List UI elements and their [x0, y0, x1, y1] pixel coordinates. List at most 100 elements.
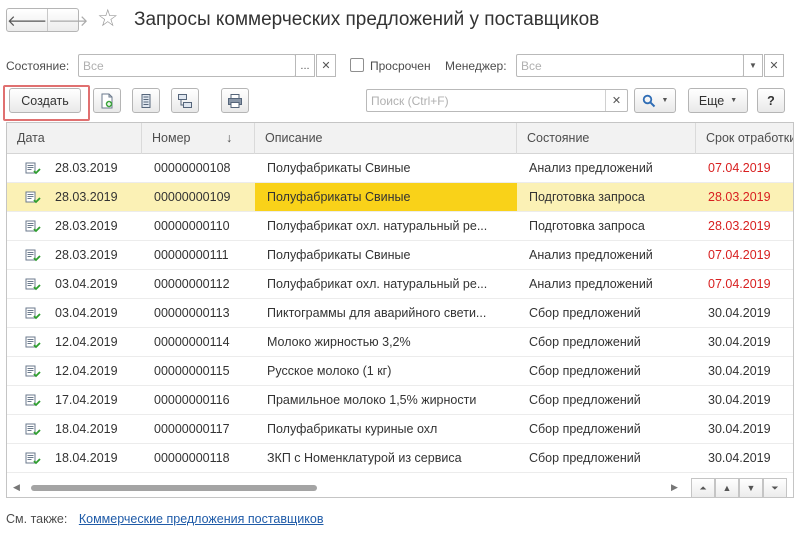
cell-date: 28.03.2019	[7, 183, 142, 211]
document-posted-icon	[25, 162, 41, 175]
scroll-up-button[interactable]: ▲	[715, 478, 739, 497]
scroll-right-icon[interactable]: ▶	[671, 482, 678, 493]
document-posted-icon	[25, 365, 41, 378]
manager-filter-input[interactable]	[517, 55, 743, 76]
status-choose-button[interactable]: ...	[295, 54, 315, 77]
document-posted-icon	[25, 191, 41, 204]
date-value: 17.04.2019	[55, 393, 118, 407]
cell-date: 12.04.2019	[7, 357, 142, 385]
table-row[interactable]: 12.04.2019 00000000115 Русское молоко (1 к…	[7, 357, 793, 386]
cell-status: Сбор предложений	[529, 451, 641, 465]
copy-button[interactable]	[93, 88, 121, 113]
table-row[interactable]: 28.03.2019 00000000111 Полуфабрикаты Свины…	[7, 241, 793, 270]
date-value: 28.03.2019	[55, 190, 118, 204]
document-add-icon	[101, 93, 113, 108]
overdue-checkbox[interactable]	[350, 58, 364, 72]
document-posted-icon	[25, 336, 41, 349]
cell-status: Подготовка запроса	[529, 219, 645, 233]
cell-description: Пиктограммы для аварийного свети...	[267, 306, 487, 320]
date-value: 03.04.2019	[55, 277, 118, 291]
search-input[interactable]	[367, 90, 603, 111]
column-header-description[interactable]: Описание	[255, 123, 517, 154]
date-value: 12.04.2019	[55, 364, 118, 378]
document-posted-icon	[25, 249, 41, 262]
cell-number: 00000000114	[154, 335, 230, 349]
table-navigation: ⏶ ▲ ▼ ⏷	[691, 478, 787, 497]
column-header-deadline[interactable]: Срок отработки	[696, 123, 793, 154]
table-row[interactable]: 28.03.2019 00000000110 Полуфабрикат охл. н…	[7, 212, 793, 241]
down-icon: ▼	[746, 483, 756, 493]
date-value: 28.03.2019	[55, 161, 118, 175]
arrow-left-icon: 🡐	[7, 12, 48, 30]
search-clear-button[interactable]: ✕	[605, 90, 627, 111]
search-options-button[interactable]: ▼	[634, 88, 676, 113]
forward-button[interactable]: 🡒	[48, 9, 88, 31]
cell-description: Прамильное молоко 1,5% жирности	[267, 393, 477, 407]
cell-number: 00000000115	[154, 364, 230, 378]
column-header-date[interactable]: Дата	[7, 123, 142, 154]
requests-table[interactable]: Дата Номер ↓ Описание Состояние Срок отр…	[6, 122, 794, 498]
cell-date: 03.04.2019	[7, 299, 142, 327]
table-row[interactable]: 17.04.2019 00000000116 Прамильное молоко 1…	[7, 386, 793, 415]
date-value: 18.04.2019	[55, 451, 118, 465]
close-icon: ✕	[611, 95, 622, 107]
manager-dropdown-button[interactable]: ▼	[743, 54, 763, 77]
cell-status: Сбор предложений	[529, 393, 641, 407]
double-down-icon: ⏷	[771, 482, 779, 493]
document-posted-icon	[25, 307, 41, 320]
column-header-number-label: Номер	[152, 131, 191, 145]
cell-number: 00000000111	[154, 248, 229, 262]
manager-clear-button[interactable]: ✕	[764, 54, 784, 77]
cell-date: 17.04.2019	[7, 386, 142, 414]
table-row[interactable]: 03.04.2019 00000000113 Пиктограммы для ава…	[7, 299, 793, 328]
cell-date: 18.04.2019	[7, 415, 142, 443]
table-row[interactable]: 28.03.2019 00000000109 Полуфабрикаты Свины…	[7, 183, 793, 212]
structure-button[interactable]	[171, 88, 199, 113]
list-button[interactable]	[132, 88, 160, 113]
document-posted-icon	[25, 423, 41, 436]
page-title: Запросы коммерческих предложений у поста…	[134, 9, 600, 30]
filter-bar: Состояние: ... ✕ Просрочен Менеджер: ▼ ✕	[0, 54, 800, 78]
cell-date: 03.04.2019	[7, 270, 142, 298]
table-row[interactable]: 03.04.2019 00000000112 Полуфабрикат охл. н…	[7, 270, 793, 299]
table-row[interactable]: 28.03.2019 00000000108 Полуфабрикаты Свины…	[7, 154, 793, 183]
document-posted-icon	[25, 278, 41, 291]
cell-number: 00000000113	[154, 306, 230, 320]
print-button[interactable]	[221, 88, 249, 113]
table-row[interactable]: 18.04.2019 00000000118 ЗКП с Номенклатурой…	[7, 444, 793, 473]
manager-filter-label: Менеджер:	[445, 59, 507, 73]
printer-icon	[228, 93, 242, 108]
status-clear-button[interactable]: ✕	[316, 54, 336, 77]
chevron-down-icon: ▼	[749, 61, 757, 70]
cell-status: Сбор предложений	[529, 364, 641, 378]
column-header-status[interactable]: Состояние	[517, 123, 696, 154]
table-row[interactable]: 12.04.2019 00000000114 Молоко жирностью 3,…	[7, 328, 793, 357]
cell-date: 18.04.2019	[7, 444, 142, 472]
see-also: См. также: Коммерческие предложения пост…	[6, 512, 323, 526]
status-filter-field[interactable]	[78, 54, 296, 77]
back-button[interactable]: 🡐	[7, 9, 49, 31]
scrollbar-thumb[interactable]	[31, 485, 317, 491]
navigation-buttons: 🡐 🡒	[6, 8, 88, 32]
cell-description: Полуфабрикаты Свиные	[255, 183, 517, 211]
more-button[interactable]: Еще ▼	[688, 88, 748, 113]
status-filter-input[interactable]	[79, 55, 295, 76]
arrow-right-icon: 🡒	[48, 12, 89, 30]
cell-number: 00000000110	[154, 219, 230, 233]
create-button[interactable]: Создать	[9, 88, 81, 113]
star-icon[interactable]: ☆	[97, 6, 119, 32]
commercial-offers-link[interactable]: Коммерческие предложения поставщиков	[79, 512, 324, 526]
cell-date: 28.03.2019	[7, 212, 142, 240]
scroll-down-button[interactable]: ▼	[739, 478, 763, 497]
column-header-number[interactable]: Номер ↓	[142, 123, 255, 154]
help-button[interactable]: ?	[757, 88, 785, 113]
manager-filter-field[interactable]	[516, 54, 744, 77]
more-label: Еще	[698, 93, 725, 108]
see-also-label: См. также:	[6, 512, 68, 526]
scroll-to-top-button[interactable]: ⏶	[691, 478, 715, 497]
scroll-to-bottom-button[interactable]: ⏷	[763, 478, 787, 497]
scroll-left-icon[interactable]: ◀	[13, 482, 20, 493]
horizontal-scrollbar[interactable]: ◀ ▶	[7, 479, 687, 497]
search-field[interactable]: ✕	[366, 89, 628, 112]
table-row[interactable]: 18.04.2019 00000000117 Полуфабрикаты курин…	[7, 415, 793, 444]
